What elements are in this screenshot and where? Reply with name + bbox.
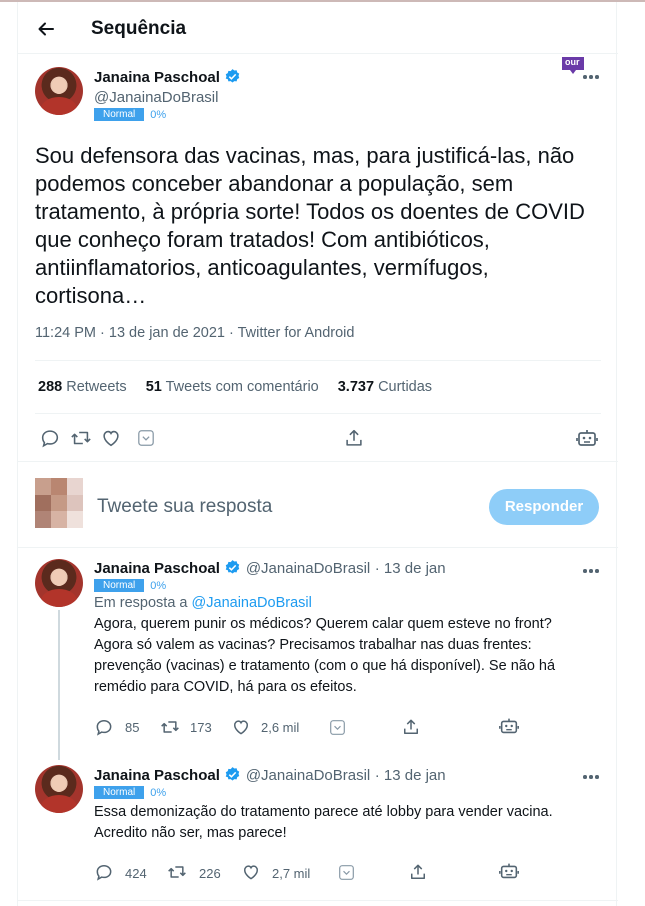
reply-icon[interactable] bbox=[39, 427, 61, 449]
page-header: Sequência bbox=[18, 2, 618, 54]
reply-input[interactable]: Tweete sua resposta bbox=[97, 496, 272, 518]
like-stat[interactable]: 3.737 Curtidas bbox=[338, 379, 432, 395]
tweet-text: Agora, querem punir os médicos? Querem c… bbox=[94, 616, 556, 695]
retweet-icon[interactable] bbox=[166, 862, 188, 882]
reply-count: 424 bbox=[125, 866, 147, 881]
avatar[interactable] bbox=[35, 765, 83, 813]
reply-to-line: Em resposta a @JanainaDoBrasil bbox=[94, 595, 312, 611]
thread-line bbox=[58, 610, 60, 760]
like-icon[interactable] bbox=[100, 427, 122, 449]
more-options-icon[interactable] bbox=[583, 569, 603, 575]
divider bbox=[35, 413, 601, 414]
tweet-text: Sou defensora das vacinas, mas, para jus… bbox=[35, 143, 585, 308]
back-arrow-icon[interactable] bbox=[36, 19, 56, 39]
status-badge: Normal bbox=[94, 108, 145, 121]
reply-composer: Tweete sua resposta Responder bbox=[18, 462, 618, 548]
tweet-date[interactable]: · 13 de jan bbox=[375, 560, 446, 577]
retweet-count: 226 bbox=[199, 866, 221, 881]
share-icon[interactable] bbox=[401, 717, 421, 737]
bot-icon[interactable] bbox=[575, 426, 599, 450]
author-handle[interactable]: @JanainaDoBrasil bbox=[94, 89, 241, 106]
author-handle[interactable]: @JanainaDoBrasil bbox=[246, 767, 370, 784]
percent-label: 0% bbox=[150, 108, 167, 121]
avatar[interactable] bbox=[35, 559, 83, 607]
like-count: 2,7 mil bbox=[272, 866, 311, 881]
extension-tag[interactable]: our bbox=[562, 57, 584, 75]
extension-tag-label: our bbox=[565, 57, 580, 67]
extension-icon[interactable] bbox=[338, 864, 355, 881]
reply-count: 85 bbox=[125, 720, 140, 735]
like-count: 2,6 mil bbox=[261, 720, 300, 735]
percent-label: 0% bbox=[150, 786, 167, 799]
divider bbox=[35, 360, 601, 361]
author-handle[interactable]: @JanainaDoBrasil bbox=[246, 560, 370, 577]
page-title: Sequência bbox=[91, 18, 187, 39]
more-options-icon[interactable] bbox=[583, 775, 603, 781]
retweet-icon[interactable] bbox=[159, 717, 181, 737]
tweet-date[interactable]: · 13 de jan bbox=[375, 767, 446, 784]
extension-icon[interactable] bbox=[329, 719, 346, 736]
reply-icon[interactable] bbox=[94, 717, 114, 737]
divider bbox=[18, 900, 618, 901]
reply-tweet[interactable]: Janaina Paschoal @JanainaDoBrasil · 13 d… bbox=[94, 559, 584, 698]
tweet-timestamp[interactable]: 11:24 PM · 13 de jan de 2021 · Twitter f… bbox=[35, 325, 354, 341]
reply-icon[interactable] bbox=[94, 862, 114, 882]
bot-icon[interactable] bbox=[498, 860, 520, 882]
share-icon[interactable] bbox=[343, 427, 365, 449]
verified-badge-icon bbox=[226, 767, 240, 781]
bot-icon[interactable] bbox=[498, 715, 520, 737]
timeline-column: Sequência Janaina Paschoal @JanainaDoBra… bbox=[17, 2, 618, 906]
retweet-icon[interactable] bbox=[69, 427, 93, 449]
retweet-count: 173 bbox=[190, 720, 212, 735]
reply-button[interactable]: Responder bbox=[489, 489, 599, 525]
status-badge: Normal bbox=[94, 786, 145, 799]
reply-tweet[interactable]: Janaina Paschoal @JanainaDoBrasil · 13 d… bbox=[94, 766, 584, 844]
author-name[interactable]: Janaina Paschoal bbox=[94, 767, 220, 784]
reply-to-link[interactable]: @JanainaDoBrasil bbox=[192, 595, 312, 611]
tweet-text: Essa demonização do tratamento parece at… bbox=[94, 804, 553, 841]
like-icon[interactable] bbox=[241, 862, 261, 882]
more-options-icon[interactable] bbox=[583, 75, 603, 81]
author-name[interactable]: Janaina Paschoal bbox=[94, 69, 220, 86]
author-name[interactable]: Janaina Paschoal bbox=[94, 560, 220, 577]
extension-icon[interactable] bbox=[137, 429, 155, 447]
verified-badge-icon bbox=[226, 560, 240, 574]
user-avatar[interactable] bbox=[35, 478, 83, 529]
retweet-stat[interactable]: 288 Retweets bbox=[38, 379, 127, 395]
quote-stat[interactable]: 51 Tweets com comentário bbox=[146, 379, 319, 395]
author-block: Janaina Paschoal @JanainaDoBrasil Normal… bbox=[94, 68, 241, 121]
status-badge: Normal bbox=[94, 579, 145, 592]
verified-badge-icon bbox=[226, 69, 240, 83]
percent-label: 0% bbox=[150, 579, 167, 592]
share-icon[interactable] bbox=[408, 862, 428, 882]
tweet-stats: 288 Retweets 51 Tweets com comentário 3.… bbox=[38, 379, 432, 395]
like-icon[interactable] bbox=[231, 717, 251, 737]
avatar[interactable] bbox=[35, 67, 83, 115]
